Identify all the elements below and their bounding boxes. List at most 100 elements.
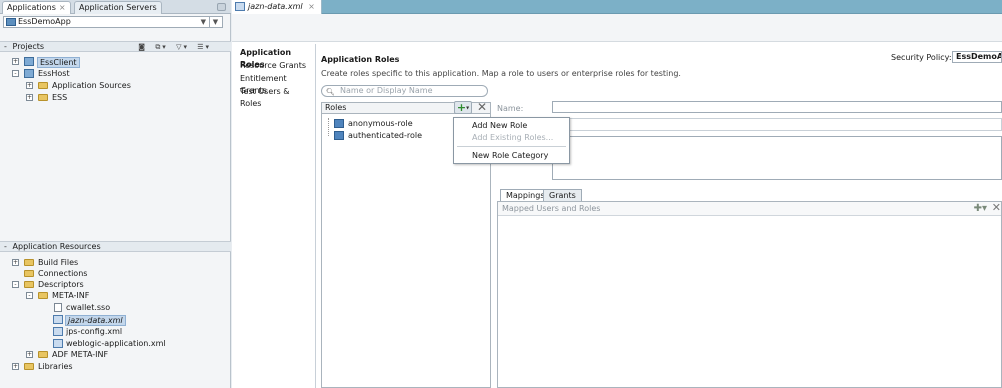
navigator-tab-bar: Applications × Application Servers bbox=[0, 0, 231, 14]
xml-file-icon bbox=[53, 327, 63, 336]
minimize-icon[interactable] bbox=[217, 3, 226, 11]
tree-item-label: cwallet.sso bbox=[66, 303, 111, 312]
tree-item-label: Application Sources bbox=[52, 81, 131, 90]
tree-item-meta-inf[interactable]: - META-INF bbox=[0, 290, 231, 301]
tab-application-servers[interactable]: Application Servers bbox=[74, 1, 162, 14]
working-sets-icon[interactable]: ⧉▾ bbox=[155, 43, 168, 52]
role-icon bbox=[334, 119, 344, 128]
expand-icon[interactable]: + bbox=[26, 82, 33, 89]
tree-item-ess[interactable]: + ESS bbox=[0, 92, 231, 103]
tree-item-cwallet[interactable]: cwallet.sso bbox=[0, 302, 231, 313]
expand-icon[interactable]: + bbox=[12, 58, 19, 65]
mapped-users-panel: Mapped Users and Roles ✚▾ ✕ bbox=[497, 201, 1002, 388]
editor-tab-bar: jazn-data.xml × bbox=[232, 0, 1002, 14]
menu-separator bbox=[457, 146, 566, 147]
tree-item-label: ADF META-INF bbox=[52, 350, 109, 359]
tree-item-label: EssHost bbox=[38, 69, 70, 78]
tree-item-weblogic-application[interactable]: weblogic-application.xml bbox=[0, 338, 231, 349]
role-search-input[interactable]: 🔍︎ Name or Display Name bbox=[321, 85, 488, 97]
projects-toolbar: ◙ ⧉▾ ▽▾ ☰▾ bbox=[134, 43, 211, 52]
folder-icon bbox=[24, 363, 34, 370]
tab-applications-label: Applications bbox=[7, 3, 56, 12]
tree-item-application-sources[interactable]: + Application Sources bbox=[0, 80, 231, 91]
expand-icon[interactable]: + bbox=[12, 363, 19, 370]
tree-item-build-files[interactable]: + Build Files bbox=[0, 257, 231, 268]
application-resources-header-label: Application Resources bbox=[12, 242, 101, 251]
tree-item-connections[interactable]: Connections bbox=[0, 268, 231, 279]
refresh-icon[interactable]: ◙ bbox=[138, 43, 147, 52]
page-title: Application Roles bbox=[321, 55, 400, 64]
tree-item-label: META-INF bbox=[52, 291, 90, 300]
mapped-users-header: Mapped Users and Roles ✚▾ ✕ bbox=[498, 202, 1001, 216]
delete-icon: ✕ bbox=[476, 100, 488, 114]
tree-item-jazn-data[interactable]: jazn-data.xml bbox=[0, 314, 231, 326]
tree-item-adf-meta-inf[interactable]: + ADF META-INF bbox=[0, 349, 231, 360]
nav-entitlement-grants[interactable]: Entitlement Grants bbox=[236, 73, 312, 95]
tree-item-label: weblogic-application.xml bbox=[66, 339, 166, 348]
tree-item-essclient[interactable]: + EssClient bbox=[0, 56, 231, 68]
role-label: anonymous-role bbox=[348, 119, 413, 128]
chevron-down-icon[interactable]: ▼ bbox=[201, 17, 206, 27]
role-icon bbox=[334, 131, 344, 140]
tree-item-esshost[interactable]: - EssHost bbox=[0, 68, 231, 79]
mapped-users-header-label: Mapped Users and Roles bbox=[502, 204, 601, 213]
display-name-field[interactable] bbox=[552, 118, 1002, 131]
folder-icon bbox=[38, 292, 48, 299]
tree-item-label: EssClient bbox=[37, 57, 80, 68]
application-menu-icon[interactable]: ▼ bbox=[209, 17, 221, 27]
add-mapping-icon[interactable]: ✚▾ bbox=[974, 203, 987, 214]
nav-application-roles[interactable]: Application Roles bbox=[236, 47, 312, 69]
tab-applications[interactable]: Applications × bbox=[2, 1, 71, 14]
tab-jazn-data[interactable]: jazn-data.xml × bbox=[232, 0, 322, 14]
navigator-display-options-icon[interactable]: ☰▾ bbox=[197, 43, 211, 52]
application-resources-section-header[interactable]: - Application Resources bbox=[0, 241, 231, 252]
xml-file-icon bbox=[53, 315, 63, 324]
plus-icon: + bbox=[456, 101, 467, 114]
close-icon[interactable]: × bbox=[308, 2, 315, 11]
tree-item-jps-config[interactable]: jps-config.xml bbox=[0, 326, 231, 337]
expand-icon[interactable]: + bbox=[12, 259, 19, 266]
application-selector-value: EssDemoApp bbox=[18, 17, 71, 26]
collapse-icon[interactable]: - bbox=[4, 42, 10, 51]
collapse-icon[interactable]: - bbox=[12, 281, 19, 288]
nav-test-users-roles[interactable]: Test Users & Roles bbox=[236, 86, 312, 108]
collapse-icon[interactable]: - bbox=[12, 70, 19, 77]
xml-file-icon bbox=[53, 339, 63, 348]
project-icon bbox=[24, 69, 34, 78]
add-role-button[interactable]: +▾ bbox=[454, 101, 472, 114]
description-field[interactable] bbox=[552, 136, 1002, 180]
xml-file-icon bbox=[235, 2, 245, 11]
expand-icon[interactable]: + bbox=[26, 94, 33, 101]
tree-item-label: Build Files bbox=[38, 258, 79, 267]
security-policy-label: Security Policy: bbox=[891, 53, 952, 62]
close-icon[interactable]: × bbox=[59, 3, 66, 12]
security-policy-field[interactable]: EssDemoApp bbox=[952, 51, 1002, 63]
tab-grants[interactable]: Grants bbox=[543, 189, 582, 201]
folder-icon bbox=[38, 351, 48, 358]
menu-item-new-role-category[interactable]: New Role Category bbox=[472, 151, 548, 160]
filter-icon[interactable]: ▽▾ bbox=[176, 43, 189, 52]
application-selector[interactable]: EssDemoApp ▼ ▼ bbox=[3, 16, 223, 28]
tree-item-label: ESS bbox=[52, 93, 68, 102]
nav-resource-grants[interactable]: Resource Grants bbox=[236, 60, 312, 72]
search-placeholder: Name or Display Name bbox=[340, 86, 433, 95]
tree-item-label: Descriptors bbox=[38, 280, 84, 289]
editor-tab-label: jazn-data.xml bbox=[248, 2, 303, 11]
tree-item-libraries[interactable]: + Libraries bbox=[0, 361, 231, 372]
tree-item-descriptors[interactable]: - Descriptors bbox=[0, 279, 231, 290]
name-field[interactable] bbox=[552, 101, 1002, 113]
tab-application-servers-label: Application Servers bbox=[79, 3, 157, 12]
tree-item-label: Connections bbox=[38, 269, 88, 278]
menu-item-add-new-role[interactable]: Add New Role bbox=[472, 121, 527, 130]
delete-role-button[interactable]: ✕ bbox=[476, 101, 488, 114]
collapse-icon[interactable]: - bbox=[4, 242, 10, 251]
search-icon[interactable]: 🔍︎ bbox=[326, 87, 335, 97]
delete-mapping-icon[interactable]: ✕ bbox=[992, 202, 1001, 214]
projects-section-header[interactable]: - Projects ◙ ⧉▾ ▽▾ ☰▾ bbox=[0, 41, 231, 52]
file-icon bbox=[54, 303, 62, 312]
name-label: Name: bbox=[497, 104, 524, 113]
folder-icon bbox=[24, 281, 34, 288]
expand-icon[interactable]: + bbox=[26, 351, 33, 358]
collapse-icon[interactable]: - bbox=[26, 292, 33, 299]
role-label: authenticated-role bbox=[348, 131, 423, 140]
